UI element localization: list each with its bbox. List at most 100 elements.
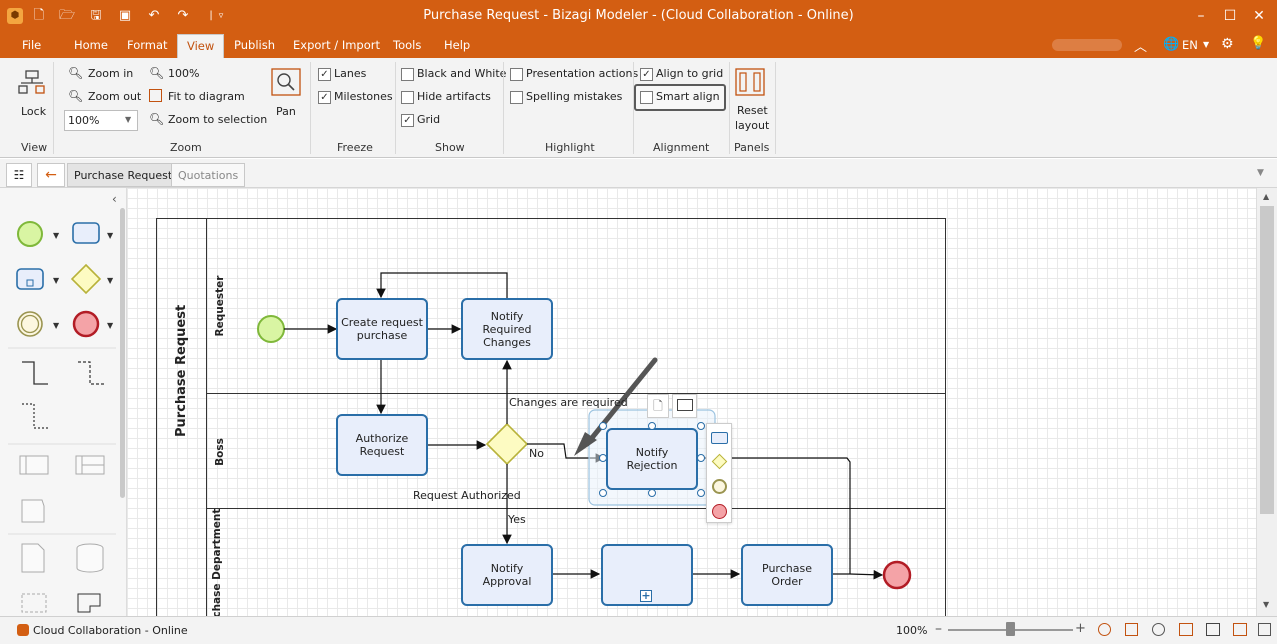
milestones-checkbox[interactable]: ✓ [318,91,331,104]
association-shape[interactable] [22,403,48,429]
align-grid-label[interactable]: Align to grid [656,67,723,80]
start-event[interactable] [257,315,285,343]
lane-label-purchase[interactable]: Purchase Department [211,509,227,616]
back-arrow-icon[interactable]: ← [37,163,65,187]
presentation-actions-label[interactable]: Presentation actions [526,67,638,80]
menu-help[interactable]: Help [444,38,470,52]
tab-quotations[interactable]: Quotations [171,163,245,187]
chevron-down-icon[interactable]: ▼ [107,321,114,330]
pan-icon[interactable] [271,68,301,96]
subprocess-plus-icon[interactable]: + [640,590,652,602]
close-icon[interactable]: ✕ [1249,6,1269,26]
lock-layout-icon[interactable] [18,70,46,96]
zoom-slider-thumb[interactable] [1006,622,1015,636]
zoom-100-icon[interactable]: 🔍︎ [149,66,165,82]
maximize-icon[interactable]: ☐ [1220,6,1240,26]
lightbulb-icon[interactable]: 💡 [1250,36,1266,51]
zoom-100-button[interactable]: 100% [168,67,199,80]
scrollbar-thumb[interactable] [1260,206,1274,514]
pan-status-icon[interactable] [1179,623,1193,636]
spelling-mistakes-label[interactable]: Spelling mistakes [526,90,622,103]
task-shape[interactable] [72,222,100,244]
smart-align-label[interactable]: Smart align [656,90,720,103]
zoom-100-status-icon[interactable] [1098,623,1111,636]
smart-align-checkbox[interactable] [640,91,653,104]
menu-format[interactable]: Format [127,38,168,52]
document-shape[interactable] [21,543,45,573]
print-icon[interactable] [1206,623,1220,636]
diagram-canvas[interactable]: Purchase Request Requester Boss Purchase… [127,188,1256,616]
presentation-actions-checkbox[interactable] [510,68,523,81]
chevron-down-icon[interactable]: ▼ [107,276,114,285]
task-purchase-order[interactable]: Purchase Order [741,544,833,606]
zoom-out-icon[interactable]: 🔍︎ [68,89,84,105]
zoom-level-select[interactable]: 100% ▼ [64,110,138,131]
reset-layout-label[interactable]: Reset [737,104,768,117]
menu-tools[interactable]: Tools [393,38,421,52]
group-shape[interactable] [21,593,47,613]
fit-diagram-status-icon[interactable] [1125,623,1138,636]
annotation-shape[interactable] [77,593,101,613]
reset-layout-icon[interactable] [735,68,765,96]
scroll-down-icon[interactable]: ▼ [1263,600,1269,609]
selection-handles[interactable] [597,420,707,500]
menu-publish[interactable]: Publish [234,38,275,52]
zoom-out-button[interactable]: Zoom out [88,90,141,103]
menu-view[interactable]: View [177,34,225,58]
zoom-in-icon[interactable]: 🔍︎ [68,66,84,82]
fit-diagram-icon[interactable] [149,89,162,102]
lane-label-boss[interactable]: Boss [214,427,230,477]
gateway[interactable] [485,422,529,466]
scroll-up-icon[interactable]: ▲ [1263,192,1269,201]
globe-icon[interactable]: 🌐 [1163,37,1179,52]
chevron-down-icon[interactable]: ▼ [1203,40,1209,49]
lanes-label[interactable]: Lanes [334,67,366,80]
quick-task-icon[interactable] [711,432,728,444]
zoom-in-button[interactable]: Zoom in [88,67,133,80]
diagram-explorer-icon[interactable]: ☷ [6,163,32,187]
language-selector[interactable]: EN [1182,38,1198,52]
collapse-ribbon-icon[interactable]: ︿ [1134,36,1147,55]
zoom-selection-status-icon[interactable] [1152,623,1165,636]
palette-scrollbar[interactable] [120,208,125,498]
chevron-down-icon[interactable]: ▼ [53,231,60,240]
zoom-plus-icon[interactable]: + [1075,621,1086,636]
milestones-label[interactable]: Milestones [334,90,393,103]
add-artifact-icon[interactable]: 🗋 [647,394,669,418]
message-flow-shape[interactable] [78,361,104,385]
vertical-scrollbar[interactable]: ▲ ▼ [1256,188,1277,616]
quick-end-event-icon[interactable] [712,504,727,519]
pool-label[interactable]: Purchase Request [162,305,202,437]
zoom-selection-icon[interactable]: 🔍︎ [149,112,165,128]
task-create-request[interactable]: Create request purchase [336,298,428,360]
tab-list-chevron-icon[interactable]: ▼ [1257,168,1264,178]
add-annotation-icon[interactable] [672,394,697,418]
data-object-shape[interactable] [21,499,45,523]
subprocess-task[interactable]: + [601,544,693,606]
task-authorize-request[interactable]: Authorize Request [336,414,428,476]
lane-label-requester[interactable]: Requester [214,271,230,341]
grid-label[interactable]: Grid [417,113,440,126]
gear-icon[interactable]: ⚙ [1221,36,1234,52]
zoom-to-selection-button[interactable]: Zoom to selection [168,113,267,126]
black-white-checkbox[interactable] [401,68,414,81]
menu-home[interactable]: Home [74,38,108,52]
fullscreen-icon[interactable] [1258,623,1271,636]
quick-intermediate-event-icon[interactable] [712,479,727,494]
user-account-blurred[interactable] [1052,39,1122,51]
task-notify-approval[interactable]: Notify Approval [461,544,553,606]
black-white-label[interactable]: Black and White [417,67,506,80]
hide-artifacts-checkbox[interactable] [401,91,414,104]
pool-shape[interactable] [19,455,49,475]
fit-to-diagram-button[interactable]: Fit to diagram [168,90,245,103]
start-event-shape[interactable] [17,221,43,247]
hide-artifacts-label[interactable]: Hide artifacts [417,90,491,103]
grid-checkbox[interactable]: ✓ [401,114,414,127]
chevron-down-icon[interactable]: ▼ [53,276,60,285]
chevron-down-icon[interactable]: ▼ [53,321,60,330]
minimize-icon[interactable]: – [1191,6,1211,26]
zoom-minus-icon[interactable]: – [935,621,942,637]
panels-layout-icon[interactable] [1233,623,1247,636]
end-event-shape[interactable] [72,310,100,338]
menu-export-import[interactable]: Export / Import [293,38,380,52]
